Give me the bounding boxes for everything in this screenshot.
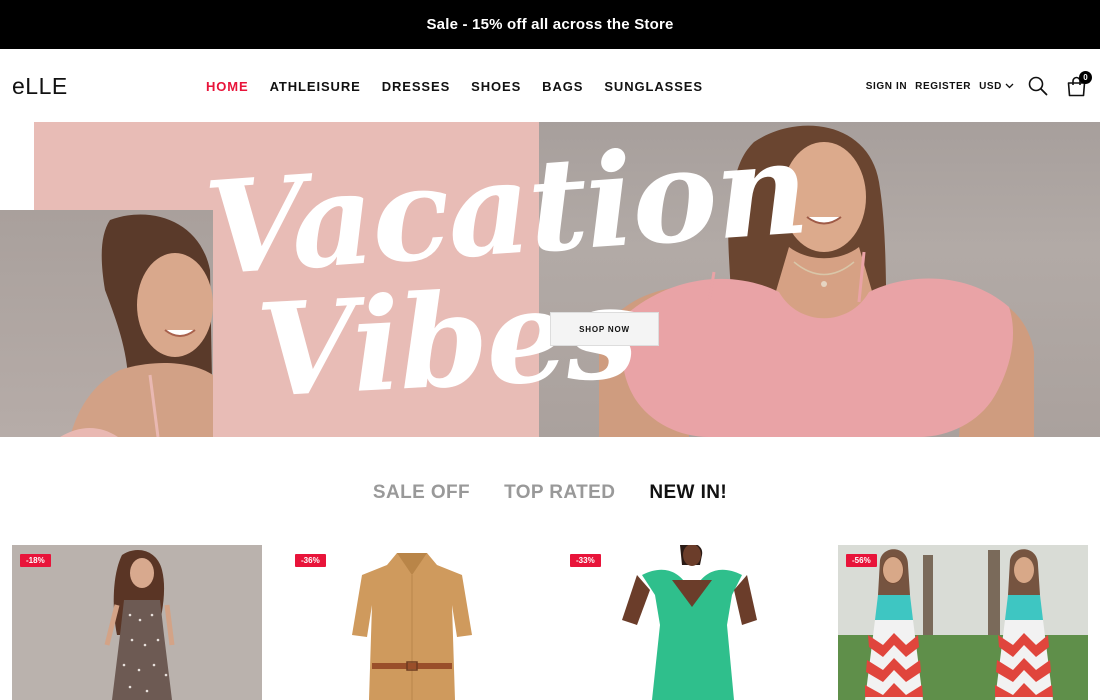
tab-sale-off[interactable]: SALE OFF	[373, 482, 470, 504]
product-card[interactable]: -18%	[12, 545, 262, 700]
hero-banner: Vacation Vibes SHOP NOW	[0, 113, 1100, 437]
product-image-chevron-maxi-dress	[838, 545, 1088, 700]
shop-now-button[interactable]: SHOP NOW	[550, 312, 659, 346]
product-card[interactable]: -33%	[562, 545, 812, 700]
nav-dresses[interactable]: DRESSES	[382, 79, 450, 94]
cart-count-badge: 0	[1079, 71, 1092, 84]
register-link[interactable]: REGISTER	[915, 81, 971, 92]
announcement-text: Sale - 15% off all across the Store	[426, 16, 674, 33]
product-image-green-ruffle-dress	[562, 545, 812, 700]
tab-top-rated[interactable]: TOP RATED	[504, 482, 615, 504]
nav-athleisure[interactable]: ATHLEISURE	[270, 79, 361, 94]
tab-new-in[interactable]: NEW IN!	[649, 482, 727, 504]
product-tabs: SALE OFF TOP RATED NEW IN!	[0, 482, 1100, 504]
hero-image-right	[539, 122, 1100, 437]
nav-bags[interactable]: BAGS	[542, 79, 583, 94]
hero-image-left	[0, 210, 213, 437]
sign-in-link[interactable]: SIGN IN	[866, 81, 907, 92]
search-icon	[1028, 76, 1048, 96]
discount-badge: -18%	[20, 554, 51, 567]
main-nav: HOME ATHLEISURE DRESSES SHOES BAGS SUNGL…	[206, 79, 724, 94]
cart-button[interactable]: 0	[1064, 71, 1092, 98]
search-button[interactable]	[1026, 74, 1050, 98]
nav-home[interactable]: HOME	[206, 79, 249, 94]
discount-badge: -36%	[295, 554, 326, 567]
chevron-down-icon	[1005, 83, 1014, 89]
discount-badge: -56%	[846, 554, 877, 567]
currency-selector[interactable]: USD	[979, 81, 1014, 92]
product-card[interactable]: -56%	[838, 545, 1088, 700]
woman-photo-left	[60, 214, 213, 437]
product-grid: -18% -36% -33% -56%	[12, 545, 1088, 700]
product-image-tan-shirtdress	[287, 545, 537, 700]
header-tools: SIGN IN REGISTER USD 0	[866, 71, 1092, 99]
product-image-polka-dress	[12, 545, 262, 700]
nav-sunglasses[interactable]: SUNGLASSES	[604, 79, 703, 94]
product-card[interactable]: -36%	[287, 545, 537, 700]
woman-photo-right	[599, 125, 1034, 437]
site-header: eLLE HOME ATHLEISURE DRESSES SHOES BAGS …	[0, 49, 1100, 122]
site-logo[interactable]: eLLE	[12, 73, 68, 100]
announcement-bar: Sale - 15% off all across the Store	[0, 0, 1100, 49]
currency-label: USD	[979, 80, 1002, 92]
nav-shoes[interactable]: SHOES	[471, 79, 521, 94]
discount-badge: -33%	[570, 554, 601, 567]
